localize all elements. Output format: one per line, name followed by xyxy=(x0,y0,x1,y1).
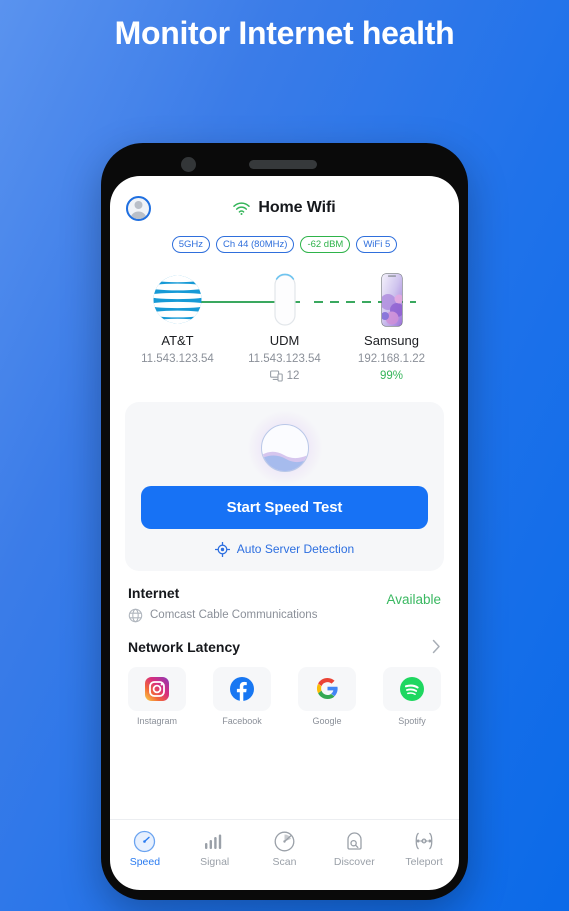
auto-server-detection-button[interactable]: Auto Server Detection xyxy=(141,541,428,557)
spotify-icon xyxy=(400,676,424,701)
network-latency-row[interactable]: Network Latency xyxy=(110,623,459,655)
phone-screen: Home Wifi 5GHz Ch 44 (80MHz) -62 dBM WiF… xyxy=(110,176,459,890)
nav-label: Signal xyxy=(200,856,230,868)
target-icon xyxy=(214,541,230,557)
devices-icon xyxy=(269,369,283,382)
devices-count: 12 xyxy=(286,369,300,382)
topology-label-att: AT&T 11.543.123.54 xyxy=(128,333,228,382)
att-globe-icon xyxy=(153,275,202,324)
node-ip: 11.543.123.54 xyxy=(248,352,321,365)
node-name: AT&T xyxy=(161,332,194,348)
nav-label: Teleport xyxy=(405,856,443,868)
orb-container xyxy=(141,409,428,486)
speed-orb xyxy=(246,409,323,486)
badge-channel: Ch 44 (80MHz) xyxy=(216,236,295,253)
badge-signal-strength: -62 dBM xyxy=(300,236,351,253)
nav-item-scan[interactable]: Scan xyxy=(252,829,316,868)
node-ip: 192.168.1.22 xyxy=(357,352,426,365)
isp-row: Comcast Cable Communications xyxy=(128,608,317,623)
chevron-right-icon xyxy=(432,639,440,654)
signal-percent: 99% xyxy=(379,369,404,382)
app-tile-facebook[interactable]: Facebook xyxy=(213,666,271,726)
node-ip: 11.543.123.54 xyxy=(141,352,214,365)
ssid-label: Home Wifi xyxy=(258,199,336,216)
internet-status-badge: Available xyxy=(386,591,441,607)
topology-label-udm: UDM 11.543.123.54 12 xyxy=(235,333,335,382)
router-icon xyxy=(273,273,296,326)
auto-server-label: Auto Server Detection xyxy=(236,542,355,556)
facebook-icon xyxy=(230,676,254,701)
topology-node-samsung[interactable] xyxy=(356,272,428,328)
nav-item-discover[interactable]: Discover xyxy=(322,829,386,868)
node-name: Samsung xyxy=(364,332,419,348)
start-speed-test-button[interactable]: Start Speed Test xyxy=(141,485,428,529)
bottom-navigation: Speed Signal Scan Discover Teleport xyxy=(110,819,459,868)
nav-label: Speed xyxy=(129,856,161,868)
app-label: Google xyxy=(312,715,342,726)
speed-test-card: Start Speed Test Auto Server Detection xyxy=(125,401,444,571)
magnifier-icon xyxy=(347,831,362,850)
app-header: Home Wifi xyxy=(110,186,459,230)
topology-node-udm[interactable] xyxy=(249,272,321,328)
nav-item-signal[interactable]: Signal xyxy=(183,829,247,868)
instagram-icon xyxy=(145,676,169,701)
camera-icon xyxy=(181,157,196,172)
isp-name: Comcast Cable Communications xyxy=(150,609,318,621)
app-shortcuts: Instagram Facebook Google Spotify xyxy=(110,655,459,726)
connected-devices: 12 xyxy=(235,370,335,382)
radar-icon xyxy=(274,831,295,851)
badge-band: 5GHz xyxy=(171,236,211,253)
badge-wifi-standard: WiFi 5 xyxy=(356,236,398,253)
google-icon xyxy=(316,677,338,700)
speedometer-icon xyxy=(134,830,156,852)
badge-row: 5GHz Ch 44 (80MHz) -62 dBM WiFi 5 xyxy=(110,236,459,253)
app-tile-instagram[interactable]: Instagram xyxy=(128,666,186,726)
teleport-icon xyxy=(415,832,433,850)
network-topology: AT&T 11.543.123.54 UDM 11.543.123.54 12 xyxy=(110,271,459,396)
internet-status-row: Internet Comcast Cable Communications Av… xyxy=(110,571,459,623)
speaker-grille xyxy=(249,160,317,169)
internet-title: Internet xyxy=(128,584,180,601)
orb-ball-icon xyxy=(260,423,309,472)
signal-bars-icon xyxy=(205,834,222,849)
wifi-icon xyxy=(233,201,251,215)
page-title: Monitor Internet health xyxy=(114,15,455,51)
app-label: Facebook xyxy=(222,715,262,726)
nav-label: Discover xyxy=(333,856,375,868)
app-label: Spotify xyxy=(398,715,426,726)
avatar-icon xyxy=(130,200,147,219)
nav-label: Scan xyxy=(272,856,297,868)
network-latency-label: Network Latency xyxy=(128,638,241,655)
app-label: Instagram xyxy=(136,715,178,726)
node-name: UDM xyxy=(269,332,300,348)
nav-item-speed[interactable]: Speed xyxy=(113,829,177,868)
app-tile-google[interactable]: Google xyxy=(298,666,356,726)
globe-icon xyxy=(128,608,143,622)
topology-node-att[interactable] xyxy=(142,272,214,327)
topology-label-samsung: Samsung 192.168.1.22 99% xyxy=(342,333,442,382)
phone-frame: Home Wifi 5GHz Ch 44 (80MHz) -62 dBM WiF… xyxy=(101,143,468,900)
phone-device-icon xyxy=(380,272,403,327)
nav-item-teleport[interactable]: Teleport xyxy=(392,829,456,868)
avatar[interactable] xyxy=(126,195,151,221)
app-tile-spotify[interactable]: Spotify xyxy=(383,666,441,726)
